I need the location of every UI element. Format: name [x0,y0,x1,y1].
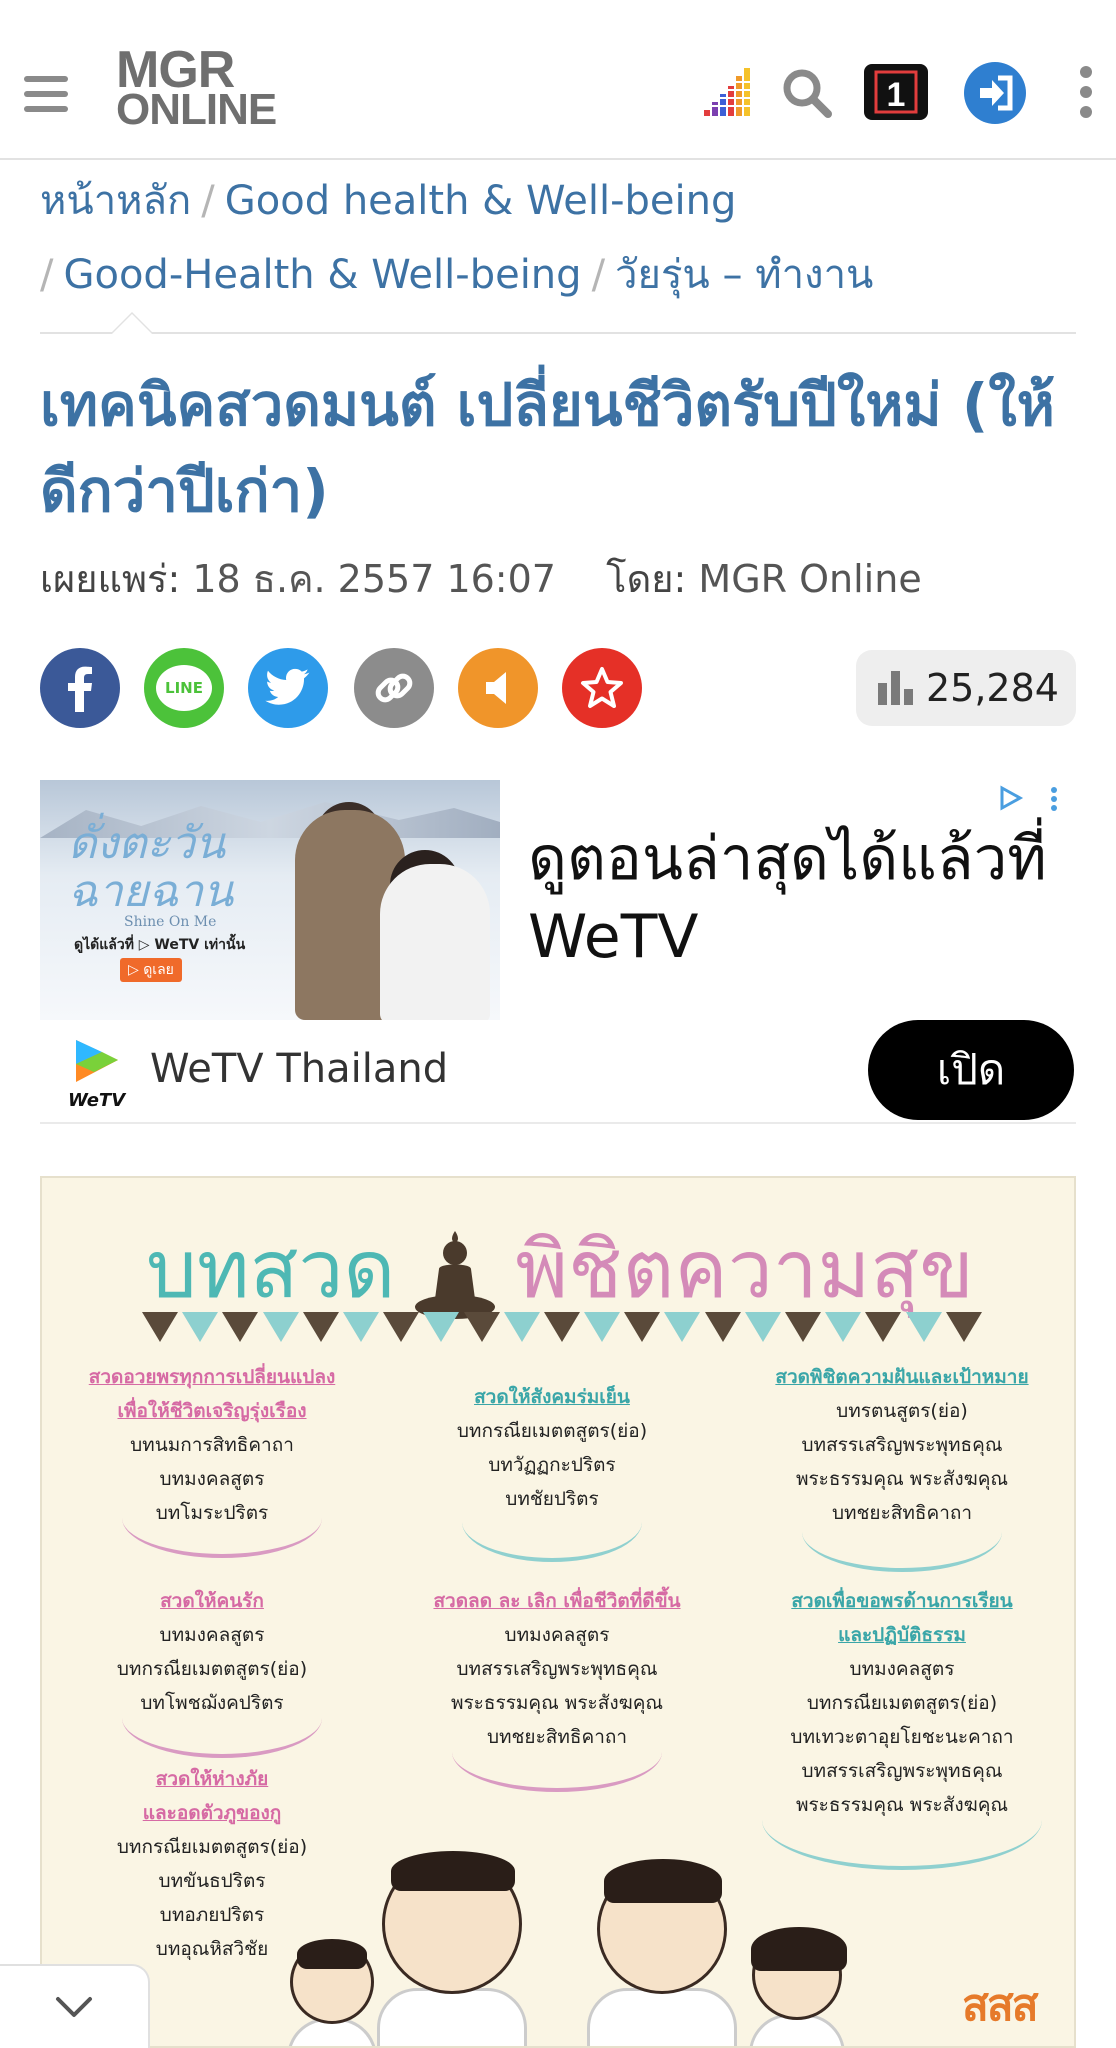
breadcrumb-good-health[interactable]: Good health & Well-being [225,178,737,224]
facebook-share-icon[interactable] [40,648,120,728]
ad-image-subtitle: Shine On Me [124,914,217,930]
decorative-arc [452,1712,662,1792]
line-share-icon[interactable]: LINE [144,648,224,728]
published-label: เผยแพร่: [40,557,181,601]
logo-line-1: MGR [116,41,235,99]
ad-image-cta: ▷ ดูเลย [120,958,182,982]
prayer-group-heading: สวดให้ห่างภัย [155,1768,269,1790]
prayer-item: บทมงคลสูตร [849,1658,955,1680]
girl-figure [742,1927,852,2046]
prayer-item: บทสรรเสริญพระพุทธคุณ [456,1658,658,1680]
logo-line-2: ONLINE [116,85,277,134]
ad-choices-icon[interactable] [996,784,1066,814]
twitter-share-icon[interactable] [248,648,328,728]
prayer-group-heading: สวดให้สังคมร่มเย็น [474,1386,630,1408]
author-label: โดย: [606,557,687,601]
one-icon[interactable]: 1 [864,64,928,120]
breadcrumb-separator: / [591,252,606,298]
view-count: 25,284 [926,666,1059,710]
decorative-arc [122,1478,322,1558]
decorative-arc [802,1492,1002,1572]
copy-link-icon[interactable] [354,648,434,728]
login-icon[interactable] [964,62,1026,124]
prayer-item: บทกรณียเมตตสูตร(ย่อ) [806,1692,998,1714]
article-infographic[interactable]: บทสวด พิชิตความสุข สวดอวยพรทุกการเปลี่ยน… [40,1176,1076,2048]
article-title: เทคนิคสวดมนต์ เปลี่ยนชีวิตรับปีใหม่ (ให้… [40,371,1055,525]
decorative-arc [462,1482,642,1562]
breadcrumb-teen-work[interactable]: วัยรุ่น – ทำงาน [615,252,873,298]
child-figure [282,1939,382,2046]
woman-figure [582,1859,742,2046]
prayer-item: บทวัฏฏกะปริตร [488,1454,616,1476]
ad-advertiser-name[interactable]: WeTV Thailand [150,1046,448,1092]
monk-figure [372,1851,532,2046]
breadcrumb-separator: / [40,252,54,298]
cartoon-figures [282,1798,847,2046]
prayer-group-heading: สวดอวยพรทุกการเปลี่ยนแปลง [88,1366,336,1388]
chevron-down-icon [56,1997,92,2017]
decorative-arc [122,1678,322,1758]
infographic-title: บทสวด พิชิตความสุข [42,1222,1074,1323]
ad-advertiser-row: WeTV WeTV Thailand เปิด [40,1020,1076,1120]
ad-image[interactable]: ดั่งตะวันฉายฉาน Shine On Me ดูได้แล้วที่… [40,780,500,1020]
ad-image-title: ดั่งตะวันฉายฉาน [68,818,234,917]
breadcrumb-good-health-wellbeing[interactable]: Good-Health & Well-being [63,252,581,298]
sss-logo: สสส [962,1980,1039,2031]
prayer-item: บทสรรเสริญพระพุทธคุณ [801,1434,1003,1456]
prayer-item: บทกรณียเมตตสูตร(ย่อ) [456,1420,648,1442]
breadcrumb-notch [110,312,154,334]
line-label: LINE [156,665,212,711]
prayer-group-heading: สวดพิชิตความฝันและเป้าหมาย [775,1366,1029,1388]
view-bars-icon [878,671,913,705]
prayer-group-heading: เพื่อให้ชีวิตเจริญรุ่งเรือง [117,1400,307,1422]
search-icon[interactable] [776,62,840,126]
favorite-star-icon[interactable] [562,648,642,728]
prayer-item: บทนมการสิทธิคาถา [130,1434,294,1456]
top-navigation-bar: MGR ONLINE 1 [0,0,1116,160]
prayer-item: บทเทวะตาอุยโยชะนะคาถา [790,1726,1014,1748]
article-meta: เผยแพร่: 18 ธ.ค. 2557 16:07 โดย: MGR Onl… [40,548,922,609]
expand-toggle[interactable] [0,1964,150,2048]
breadcrumb-separator: / [201,178,215,224]
breadcrumb: หน้าหลัก / Good health & Well-being / Good-… [40,160,1076,334]
ad-logo-text: WeTV [68,1090,126,1111]
ad-headline[interactable]: ดูตอนล่าสุดได้แล้วที่ WeTV [528,820,1048,976]
breadcrumb-home[interactable]: หน้าหลัก [40,178,191,224]
prayer-item: บทมงคลสูตร [504,1624,610,1646]
prayer-group-heading: สวดเพื่อขอพรด้านการเรียน [791,1590,1013,1612]
more-vertical-icon[interactable] [1074,66,1098,122]
prayer-group-heading: สวดให้คนรัก [160,1590,264,1612]
prayer-item: บทรตนสูตร(ย่อ) [836,1400,968,1422]
menu-icon[interactable] [24,76,68,112]
prayer-item: บทมงคลสูตร [159,1624,265,1646]
prayer-group-heading: สวดลด ละ เลิก เพื่อชีวิตที่ดีขึ้น [433,1590,681,1612]
published-date: 18 ธ.ค. 2557 16:07 [192,557,556,601]
view-count-badge: 25,284 [856,650,1076,726]
ad-open-button[interactable]: เปิด [868,1020,1074,1120]
ad-image-watch-text: ดูได้แล้วที่ ▷ WeTV เท่านั้น [74,937,246,953]
author-name[interactable]: MGR Online [698,557,921,601]
podcast-bars-icon[interactable] [700,62,764,126]
prayer-group-heading: และปฏิบัติธรรม [838,1624,966,1646]
announce-icon[interactable] [458,648,538,728]
advertisement[interactable]: ดั่งตะวันฉายฉาน Shine On Me ดูได้แล้วที่… [40,780,1076,1124]
infographic-title-part1: บทสวด [146,1223,396,1316]
mgr-online-logo[interactable]: MGR ONLINE [116,41,286,134]
bunting-flags [142,1312,982,1346]
buddha-icon [415,1231,496,1320]
svg-text:1: 1 [887,76,906,114]
prayer-item: พระธรรมคุณ พระสังฆคุณ [795,1468,1009,1490]
infographic-title-part2: พิชิตความสุข [515,1223,974,1316]
